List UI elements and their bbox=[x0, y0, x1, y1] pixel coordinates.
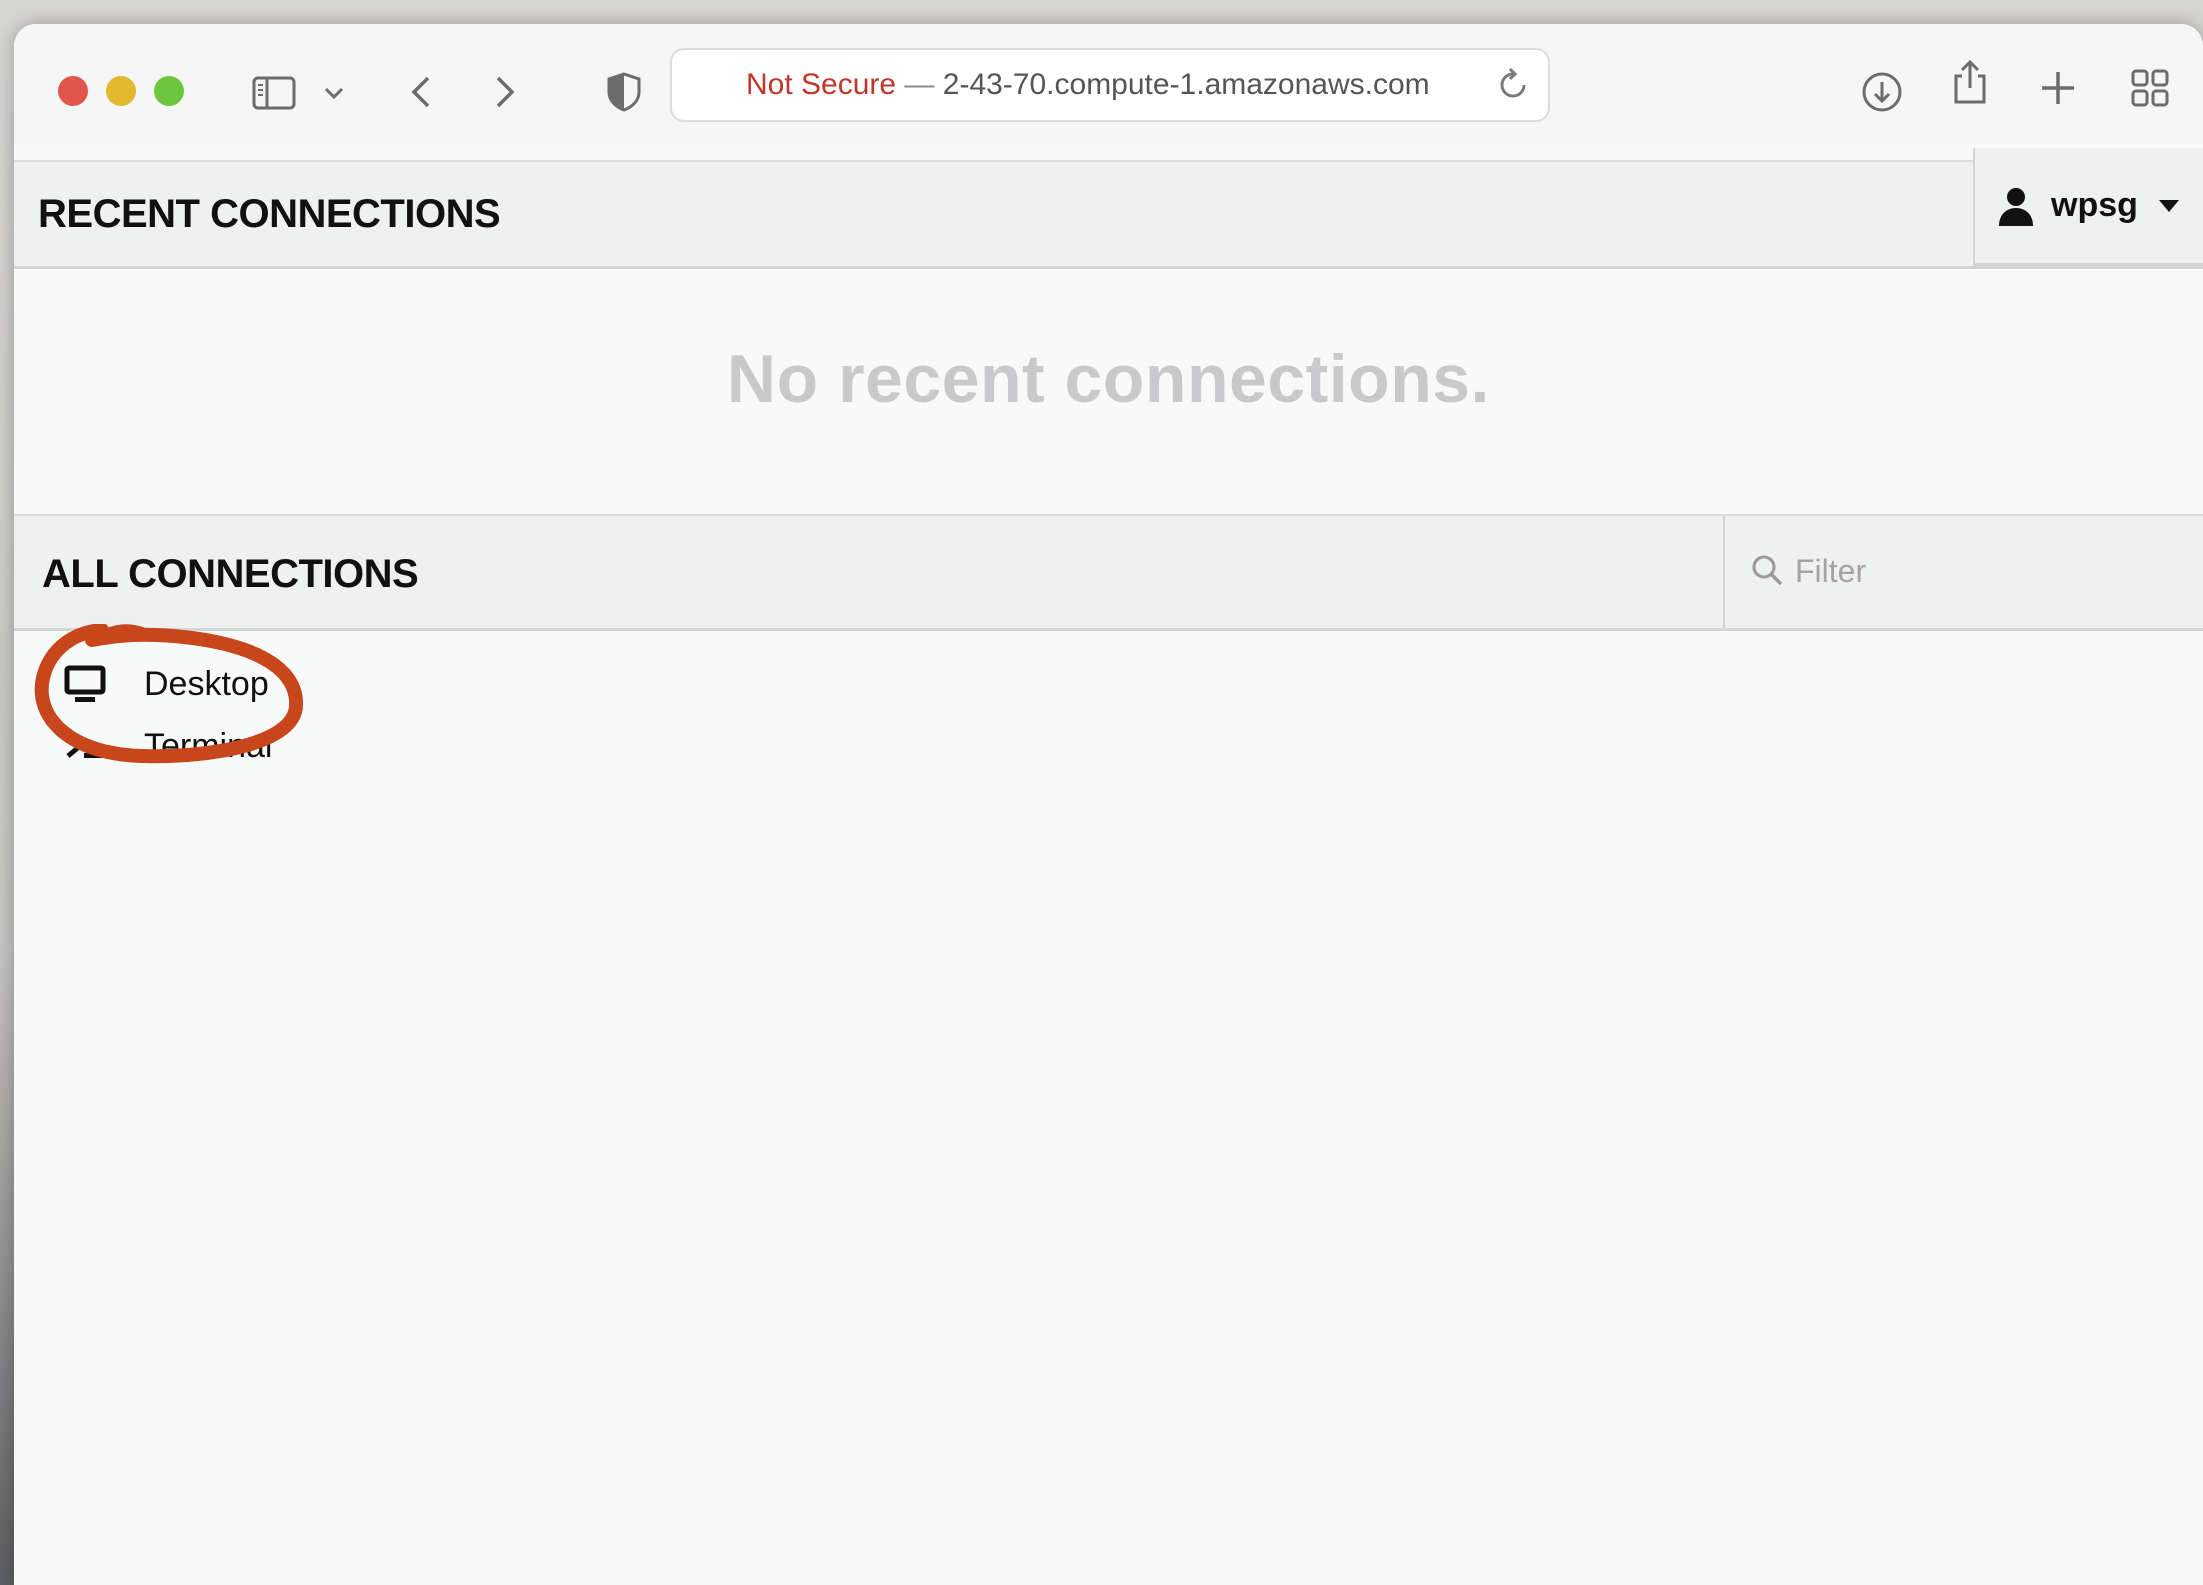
address-bar[interactable]: Not Secure — 2-43-70.compute-1.amazonaws… bbox=[670, 48, 1550, 122]
all-connections-header: ALL CONNECTIONS bbox=[14, 514, 2203, 631]
security-warning: Not Secure bbox=[746, 68, 897, 101]
close-window-button[interactable] bbox=[58, 76, 88, 106]
connection-terminal[interactable]: Terminal bbox=[64, 718, 272, 774]
url-text: Not Secure — 2-43-70.compute-1.amazonaws… bbox=[746, 68, 1430, 102]
no-recent-connections-message: No recent connections. bbox=[727, 341, 1490, 417]
browser-window: Not Secure — 2-43-70.compute-1.amazonaws… bbox=[14, 24, 2203, 1585]
caret-down-icon bbox=[2159, 200, 2179, 212]
filter-input[interactable] bbox=[1793, 546, 2177, 596]
shield-icon[interactable] bbox=[600, 68, 648, 116]
chevron-down-icon[interactable] bbox=[320, 68, 348, 116]
guacamole-home: RECENT CONNECTIONS wpsg No recent connec… bbox=[14, 144, 2203, 1585]
filter-box bbox=[1723, 516, 2203, 628]
connection-label: Desktop bbox=[144, 664, 269, 703]
username: wpsg bbox=[2051, 186, 2138, 224]
search-icon bbox=[1749, 552, 1785, 588]
maximize-window-button[interactable] bbox=[154, 76, 184, 106]
plus-icon[interactable] bbox=[2034, 64, 2082, 112]
share-icon[interactable] bbox=[1946, 58, 1994, 106]
reload-icon[interactable] bbox=[1494, 66, 1532, 104]
url-separator: — bbox=[904, 68, 935, 101]
back-arrow-icon[interactable] bbox=[398, 68, 446, 116]
sidebar-icon[interactable] bbox=[250, 68, 298, 116]
terminal-icon bbox=[64, 726, 106, 766]
monitor-icon bbox=[64, 664, 106, 704]
recent-connections-title: RECENT CONNECTIONS bbox=[38, 192, 501, 236]
user-icon bbox=[1997, 186, 2035, 226]
grid-icon[interactable] bbox=[2126, 64, 2174, 112]
download-icon[interactable] bbox=[1858, 68, 1906, 116]
forward-arrow-icon[interactable] bbox=[480, 68, 528, 116]
minimize-window-button[interactable] bbox=[106, 76, 136, 106]
url-host: 2-43-70.compute-1.amazonaws.com bbox=[942, 68, 1430, 101]
browser-toolbar: Not Secure — 2-43-70.compute-1.amazonaws… bbox=[14, 24, 2203, 146]
recent-connections-header: RECENT CONNECTIONS wpsg bbox=[14, 148, 2203, 269]
user-menu[interactable]: wpsg bbox=[1973, 148, 2203, 266]
all-connections-title: ALL CONNECTIONS bbox=[42, 552, 419, 596]
connection-desktop[interactable]: Desktop bbox=[64, 656, 269, 712]
connection-label: Terminal bbox=[144, 726, 273, 765]
